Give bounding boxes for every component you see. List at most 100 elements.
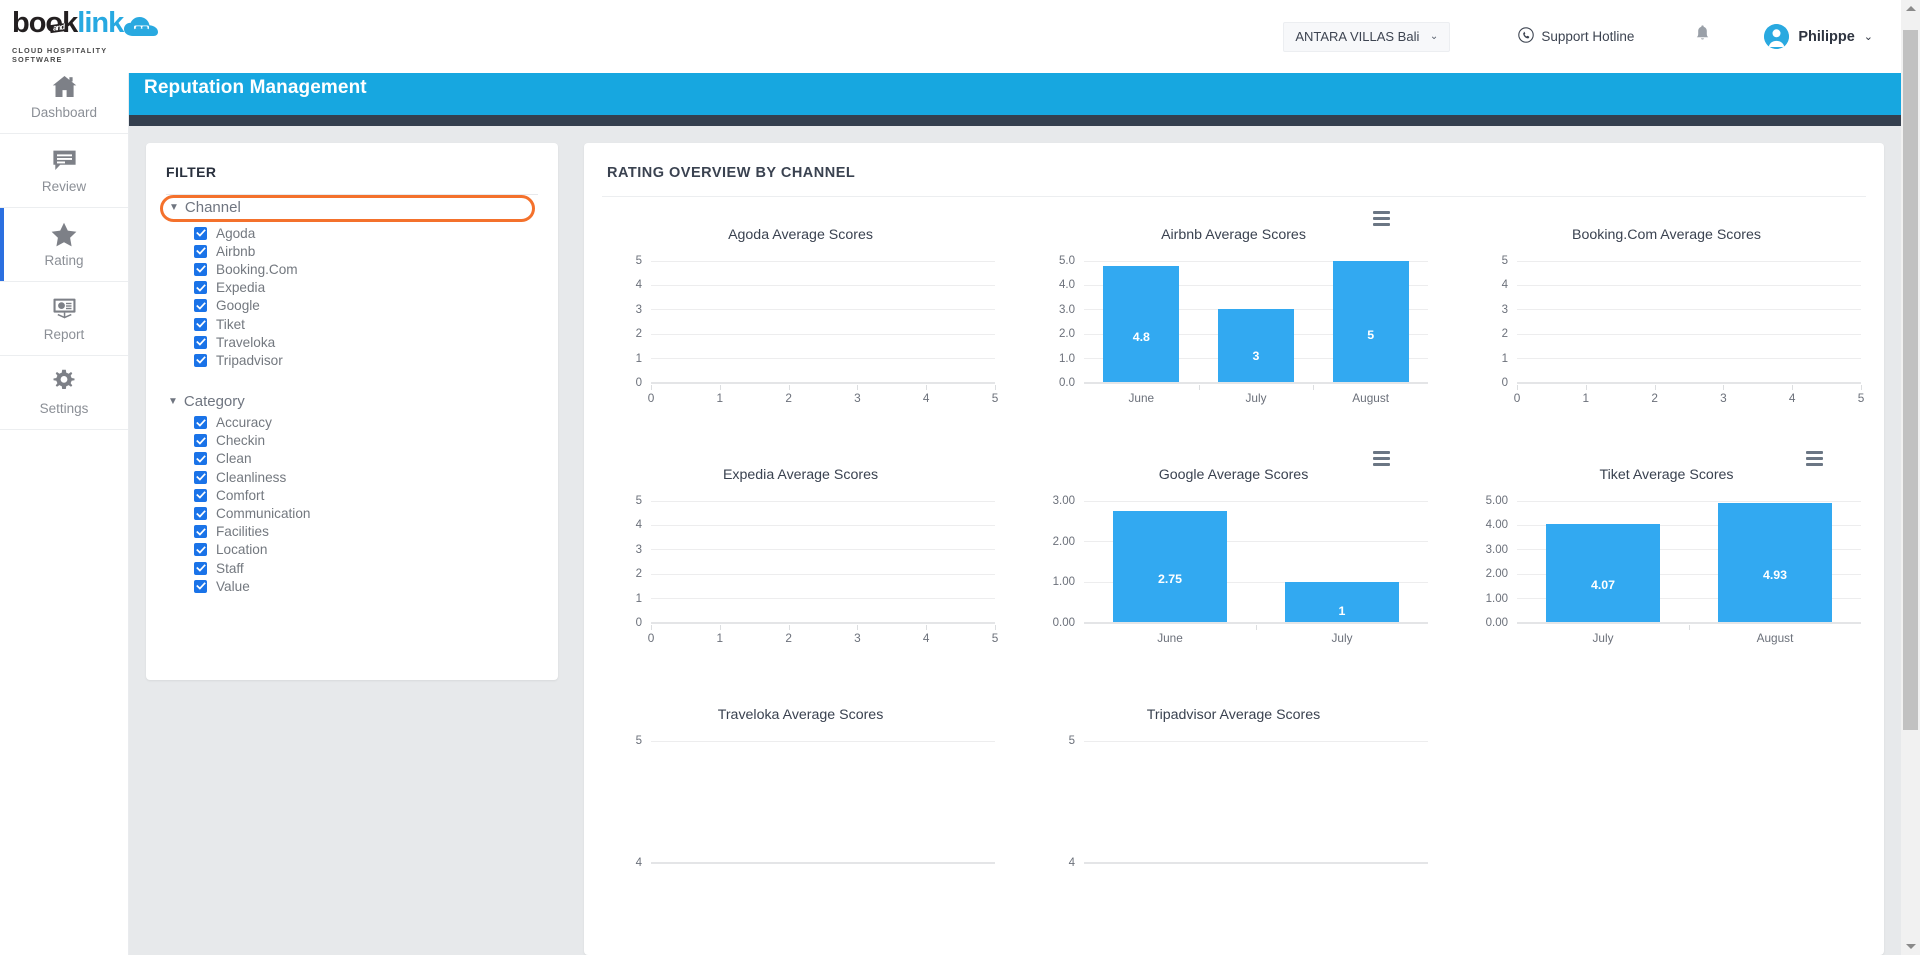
x-axis-tick-mark <box>1585 385 1587 390</box>
plot-area <box>651 261 995 383</box>
checkbox-checked-icon[interactable] <box>194 488 207 502</box>
filter-option-label: Expedia <box>216 280 266 296</box>
filter-option[interactable]: Agoda <box>166 224 538 242</box>
bar[interactable]: 5 <box>1332 261 1409 382</box>
bar-slot: 1 <box>1256 501 1428 622</box>
x-axis-tick-label: 3 <box>854 391 861 405</box>
bar[interactable]: 4.07 <box>1545 523 1661 622</box>
filter-option[interactable]: Value <box>166 577 538 595</box>
y-axis-tick-label: 4 <box>1068 857 1075 869</box>
checkbox-checked-icon[interactable] <box>194 470 207 484</box>
checkbox-checked-icon[interactable] <box>194 299 207 313</box>
top-bar-actions: ANTARA VILLAS Bali ⌄ Support Hotline Phi… <box>1283 21 1901 52</box>
grid-line <box>1517 333 1861 335</box>
checkbox-checked-icon[interactable] <box>194 452 207 466</box>
filter-option[interactable]: Google <box>166 297 538 315</box>
y-axis-tick-label: 1 <box>635 592 642 605</box>
filter-option[interactable]: Accuracy <box>166 414 538 432</box>
sidebar-item-settings[interactable]: Settings <box>0 356 128 430</box>
notifications-button[interactable] <box>1694 24 1711 49</box>
property-selector[interactable]: ANTARA VILLAS Bali ⌄ <box>1283 21 1451 52</box>
filter-option[interactable]: Traveloka <box>166 333 538 351</box>
x-axis-line <box>651 623 995 624</box>
checkbox-checked-icon[interactable] <box>194 525 207 539</box>
brand-logo[interactable]: booklink and CLOUD HOSPITALITY SOFTWARE <box>0 9 159 64</box>
user-menu[interactable]: Philippe ⌄ <box>1764 24 1873 49</box>
checkbox-checked-icon[interactable] <box>194 335 207 349</box>
chart-menu-icon[interactable] <box>1373 451 1390 466</box>
filter-option[interactable]: Tripadvisor <box>166 351 538 369</box>
filter-option[interactable]: Expedia <box>166 279 538 297</box>
logo-wordmark: booklink and <box>12 9 159 43</box>
scroll-up-arrow-icon[interactable] <box>1901 0 1920 17</box>
checkbox-checked-icon[interactable] <box>194 281 207 295</box>
y-axis-tick-label: 4 <box>1501 279 1508 292</box>
chart-menu-icon[interactable] <box>1373 211 1390 226</box>
y-axis-tick-label: 5 <box>1501 255 1508 267</box>
filter-option[interactable]: Clean <box>166 450 538 468</box>
filter-option[interactable]: Communication <box>166 504 538 522</box>
chart-card: Agoda Average Scores 5 4 3 2 1 0 0 1 2 3 4 5 <box>584 197 1017 437</box>
checkbox-checked-icon[interactable] <box>194 507 207 521</box>
y-axis-tick-label: 3 <box>635 543 642 556</box>
grid-line <box>1517 357 1861 359</box>
x-axis-tick-mark <box>857 385 859 390</box>
filter-option[interactable]: Facilities <box>166 523 538 541</box>
logo-tagline: CLOUD HOSPITALITY SOFTWARE <box>12 46 108 64</box>
checkbox-checked-icon[interactable] <box>194 226 207 240</box>
filter-option[interactable]: Tiket <box>166 315 538 333</box>
x-axis-line <box>1517 623 1861 624</box>
y-axis: 5.00 4.00 3.00 2.00 1.00 0.00 <box>1480 495 1514 629</box>
filter-group-header-category[interactable]: ▼ Category <box>166 388 538 412</box>
chart-menu-icon[interactable] <box>1806 451 1823 466</box>
filter-option[interactable]: Location <box>166 541 538 559</box>
filter-option[interactable]: Checkin <box>166 432 538 450</box>
y-axis-tick-label: 3 <box>635 303 642 316</box>
page-scrollbar[interactable] <box>1901 0 1920 955</box>
grid-line <box>1517 309 1861 311</box>
x-axis-tick-mark <box>995 385 996 390</box>
y-axis-tick-label: 3.0 <box>1059 303 1075 316</box>
checkbox-checked-icon[interactable] <box>194 317 207 331</box>
checkbox-checked-icon[interactable] <box>194 561 207 575</box>
checkbox-checked-icon[interactable] <box>194 262 207 276</box>
scrollbar-thumb[interactable] <box>1903 30 1918 730</box>
filter-option[interactable]: Airbnb <box>166 242 538 260</box>
checkbox-checked-icon[interactable] <box>194 244 207 258</box>
sidebar-item-rating[interactable]: Rating <box>0 208 128 282</box>
bar[interactable]: 4.8 <box>1103 265 1180 382</box>
checkbox-checked-icon[interactable] <box>194 416 207 430</box>
checkbox-checked-icon[interactable] <box>194 353 207 367</box>
checkbox-checked-icon[interactable] <box>194 579 207 593</box>
filter-option[interactable]: Staff <box>166 559 538 577</box>
filter-option[interactable]: Booking.Com <box>166 260 538 278</box>
y-axis-tick-label: 1 <box>1501 352 1508 365</box>
filter-option-label: Staff <box>216 560 244 576</box>
x-axis-tick-label: 3 <box>1720 391 1727 405</box>
bar[interactable]: 2.75 <box>1112 511 1228 622</box>
checkbox-checked-icon[interactable] <box>194 434 207 448</box>
support-hotline-link[interactable]: Support Hotline <box>1518 27 1634 46</box>
grid-line <box>651 309 995 311</box>
x-axis-tick-label: 0 <box>1513 391 1521 405</box>
filter-option[interactable]: Comfort <box>166 486 538 504</box>
filter-option-label: Agoda <box>216 225 256 241</box>
bar[interactable]: 3 <box>1217 309 1295 382</box>
checkbox-checked-icon[interactable] <box>194 543 207 557</box>
bar[interactable]: 4.93 <box>1717 502 1833 622</box>
property-selector-value: ANTARA VILLAS Bali <box>1295 29 1420 44</box>
sidebar-item-report[interactable]: Report <box>0 282 128 356</box>
filter-option[interactable]: Cleanliness <box>166 468 538 486</box>
y-axis-tick-label: 5 <box>635 735 642 747</box>
x-axis-tick-label: 5 <box>1857 391 1865 405</box>
x-axis: June July August <box>1084 385 1428 409</box>
x-axis-tick-label: 4 <box>922 631 930 645</box>
sidebar-item-review[interactable]: Review <box>0 134 128 208</box>
scroll-down-arrow-icon[interactable] <box>1901 938 1920 955</box>
bell-icon <box>1694 24 1711 49</box>
y-axis-tick-label: 2 <box>635 568 642 581</box>
x-axis-tick-label: July <box>1245 391 1267 405</box>
filter-group-header-channel[interactable]: ▼ Channel <box>160 195 535 222</box>
avatar <box>1764 24 1790 49</box>
bar[interactable]: 1 <box>1284 581 1400 622</box>
